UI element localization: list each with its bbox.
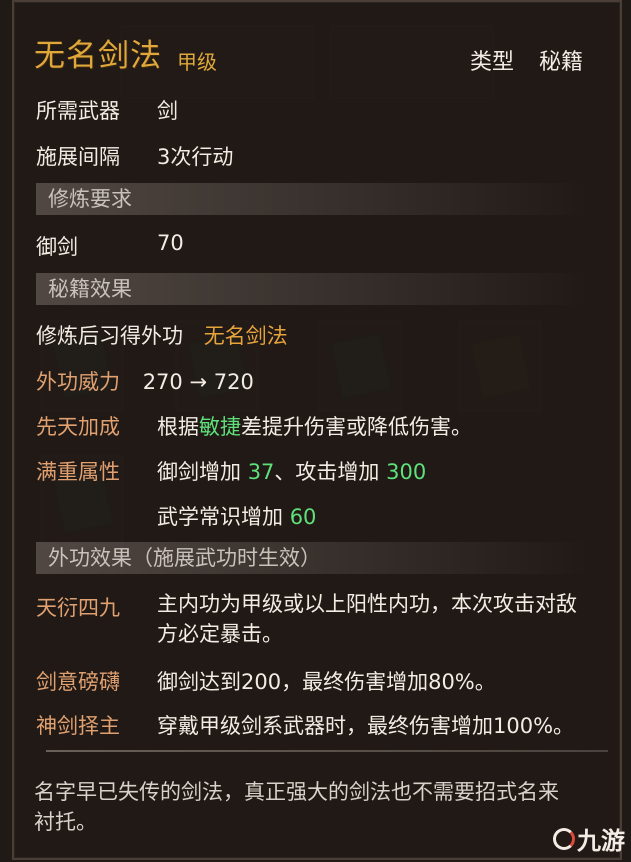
attribute-row: 施展间隔	[36, 141, 120, 171]
section-requirements: 修炼要求	[36, 183, 592, 215]
requirement-label: 御剑	[36, 235, 78, 259]
attribute-row: 所需武器	[36, 95, 120, 125]
type-value: 秘籍	[539, 50, 584, 75]
external-value: 御剑达到200，最终伤害增加80%。	[157, 670, 496, 694]
external-value: 主内功为甲级或以上阳性内功，本次攻击对敌方必定暴击。	[157, 592, 577, 646]
power-row: 外功威力 270 → 720	[36, 366, 254, 396]
section-effects: 秘籍效果	[36, 273, 592, 305]
external-label: 剑意磅礴	[36, 670, 120, 694]
divider	[46, 750, 608, 752]
logo-icon	[553, 827, 575, 850]
external-label: 天衍四九	[36, 596, 120, 620]
learn-label: 修炼后习得外功	[36, 324, 183, 348]
innate-value: 根据敏捷差提升伤害或降低伤害。	[157, 415, 472, 439]
skill-name: 无名剑法	[34, 38, 162, 74]
external-label: 神剑择主	[36, 714, 120, 738]
innate-label: 先天加成	[36, 415, 120, 439]
full-weight-bonus-1: 御剑增加 37、攻击增加 300	[157, 460, 427, 484]
full-weight-bonus-2: 武学常识增加 60	[157, 505, 317, 529]
attribute-label: 所需武器	[36, 99, 120, 123]
learn-value: 无名剑法	[203, 324, 288, 348]
skill-grade: 甲级	[177, 50, 217, 74]
attribute-value: 剑	[157, 99, 178, 123]
requirement-value: 70	[157, 231, 184, 255]
external-value: 穿戴甲级剑系武器时，最终伤害增加100%。	[157, 714, 575, 738]
power-value: 270 → 720	[142, 370, 254, 394]
watermark-logo: 九游	[553, 821, 625, 856]
skill-description: 名字早已失传的剑法，真正强大的剑法也不需要招式名来衬托。	[34, 780, 559, 834]
innate-stat: 敏捷	[199, 415, 241, 439]
section-external: 外功效果（施展武功时生效）	[36, 542, 592, 574]
attribute-label: 施展间隔	[36, 145, 120, 169]
power-label: 外功威力	[36, 370, 120, 394]
full-weight-label: 满重属性	[36, 460, 120, 484]
skill-tooltip: 无名剑法 甲级 类型 秘籍 所需武器 剑 施展间隔 3次行动 修炼要求 御剑 7…	[12, 0, 622, 860]
attribute-value: 3次行动	[157, 145, 234, 169]
learn-row: 修炼后习得外功 无名剑法	[36, 320, 288, 350]
type-label: 类型	[470, 50, 515, 75]
